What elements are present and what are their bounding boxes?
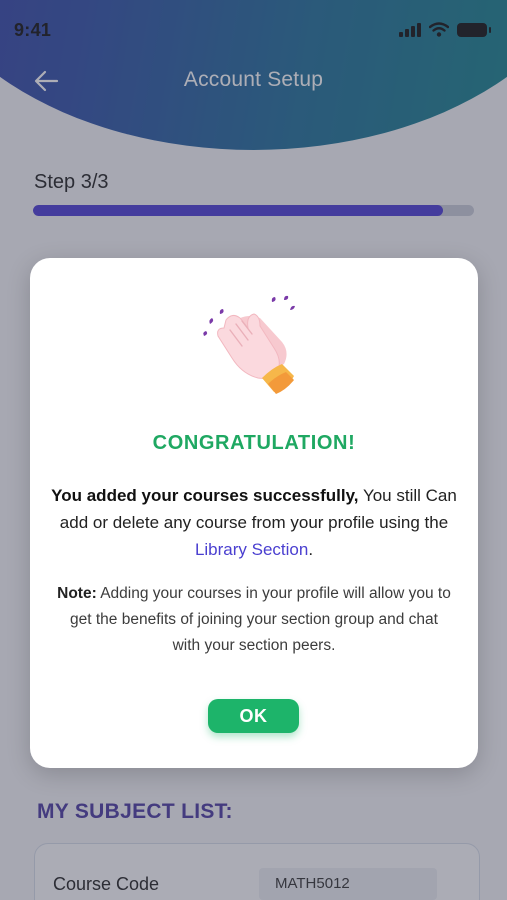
note-label: Note: xyxy=(57,585,97,602)
congratulation-heading: CONGRATULATION! xyxy=(152,432,356,454)
account-setup-screen: 9:41 Account Setup Step 3/3 MY SUBJECT L… xyxy=(0,0,507,900)
success-message-end: . xyxy=(308,540,314,559)
success-message: You added your courses successfully, You… xyxy=(50,482,458,563)
note-body: Adding your courses in your profile will… xyxy=(70,585,451,654)
note-text: Note: Adding your courses in your profil… xyxy=(56,581,452,659)
success-message-bold: You added your courses successfully, xyxy=(51,486,359,505)
ok-button[interactable]: OK xyxy=(208,699,299,733)
clapping-hands-icon xyxy=(203,295,295,394)
library-section-link[interactable]: Library Section xyxy=(195,540,308,559)
congratulation-dialog: CONGRATULATION! You added your courses s… xyxy=(30,258,478,768)
